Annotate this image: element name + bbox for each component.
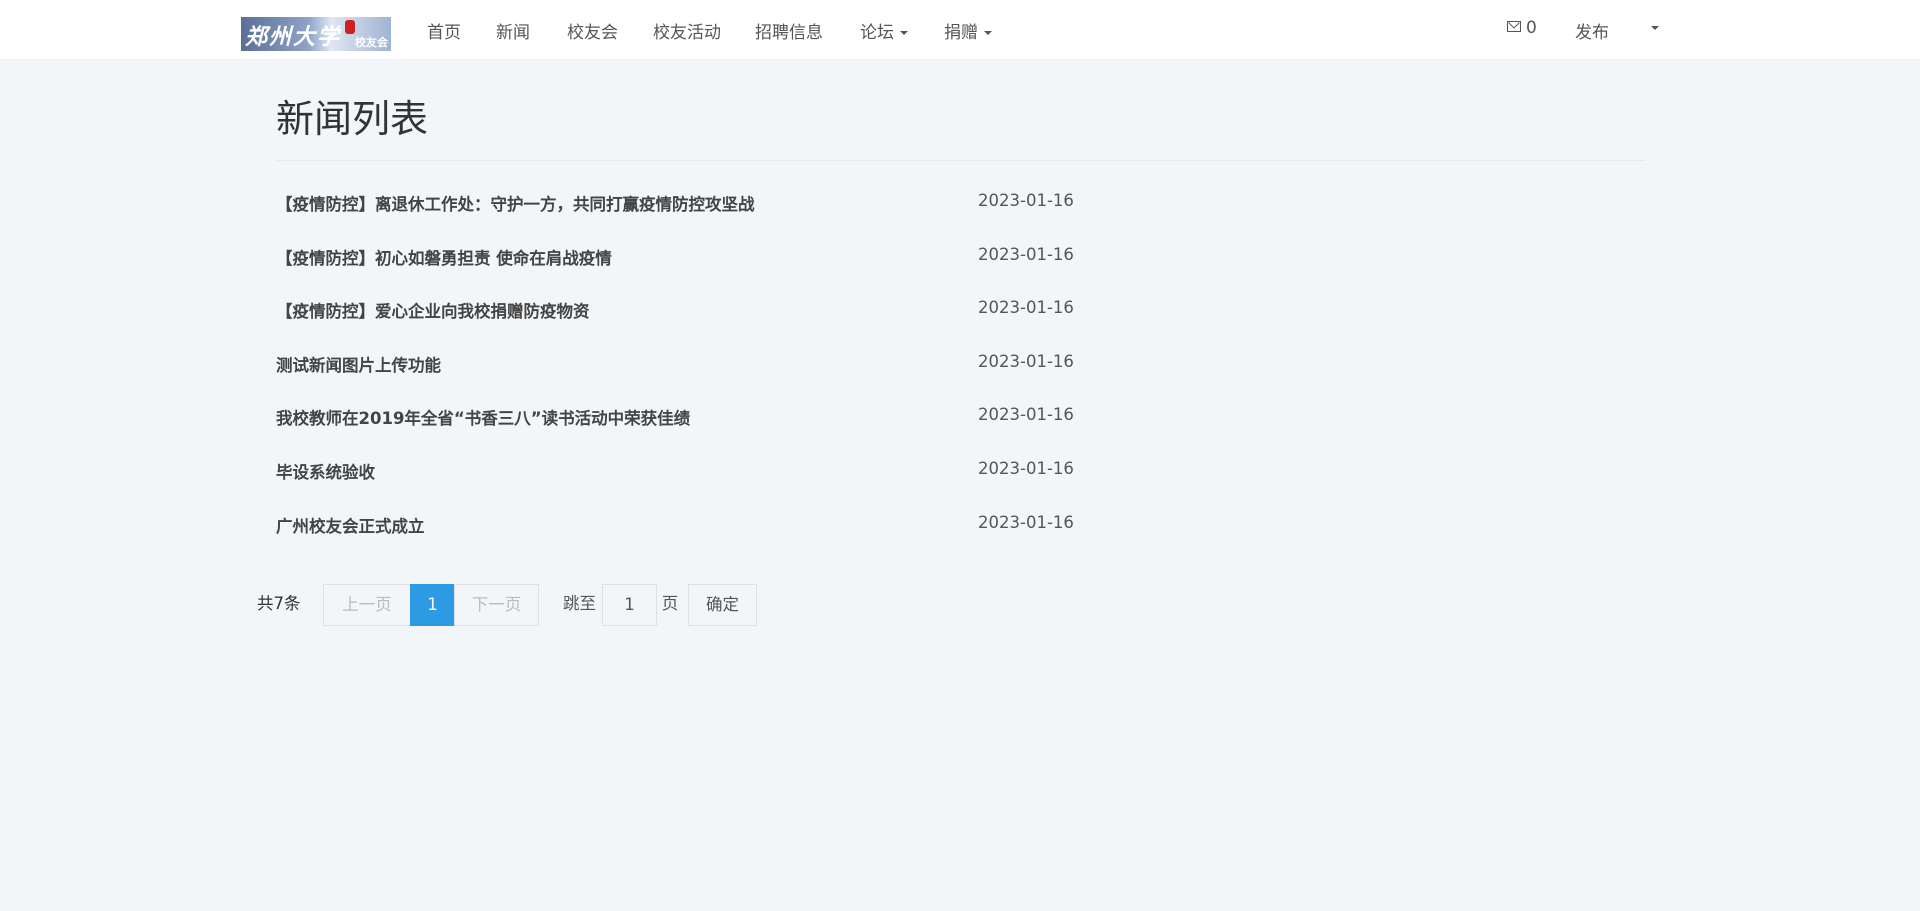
- nav-forum-dropdown[interactable]: 论坛: [860, 18, 908, 43]
- news-title-link[interactable]: 我校教师在2019年全省“书香三八”读书活动中荣获佳绩: [276, 405, 690, 429]
- page-unit-label: 页: [661, 594, 679, 613]
- news-item: 【疫情防控】初心如磐勇担责 使命在肩战疫情 2023-01-16: [276, 245, 1076, 275]
- news-title-link[interactable]: 【疫情防控】初心如磐勇担责 使命在肩战疫情: [276, 245, 612, 269]
- nav-donate-dropdown[interactable]: 捐赠: [944, 18, 992, 43]
- divider: [276, 160, 1645, 161]
- seal-icon: [345, 20, 355, 34]
- news-date: 2023-01-16: [978, 298, 1074, 318]
- nav-recruitment[interactable]: 招聘信息: [755, 18, 823, 43]
- news-item: 毕设系统验收 2023-01-16: [276, 459, 1076, 489]
- news-title-link[interactable]: 测试新闻图片上传功能: [276, 352, 441, 376]
- caret-down-icon: [900, 31, 908, 35]
- news-title-link[interactable]: 广州校友会正式成立: [276, 513, 425, 537]
- caret-down-icon: [1651, 26, 1659, 30]
- user-dropdown[interactable]: [1645, 18, 1659, 38]
- total-count: 共7条: [257, 594, 301, 613]
- page-1-button[interactable]: 1: [410, 584, 455, 626]
- news-item: 【疫情防控】爱心企业向我校捐赠防疫物资 2023-01-16: [276, 298, 1076, 328]
- news-date: 2023-01-16: [978, 459, 1074, 478]
- nav-alumni-association[interactable]: 校友会: [567, 18, 618, 43]
- news-item: 测试新闻图片上传功能 2023-01-16: [276, 352, 1076, 382]
- logo[interactable]: 郑州大学 校友会: [241, 17, 391, 51]
- news-date: 2023-01-16: [978, 512, 1074, 532]
- prev-page-button[interactable]: 上一页: [323, 584, 411, 626]
- news-date: 2023-01-16: [978, 244, 1074, 264]
- news-title-link[interactable]: 【疫情防控】离退休工作处：守护一方，共同打赢疫情防控攻坚战: [276, 191, 755, 215]
- jump-page-input[interactable]: 1: [602, 584, 657, 626]
- messages-link[interactable]: 0: [1507, 18, 1537, 38]
- mail-icon: [1507, 20, 1521, 32]
- publish-link[interactable]: 发布: [1575, 18, 1609, 43]
- confirm-jump-button[interactable]: 确定: [688, 584, 757, 626]
- news-title-link[interactable]: 毕设系统验收: [276, 459, 375, 483]
- next-page-button[interactable]: 下一页: [454, 584, 539, 626]
- news-item: 我校教师在2019年全省“书香三八”读书活动中荣获佳绩 2023-01-16: [276, 405, 1076, 435]
- jump-label: 跳至: [563, 594, 596, 613]
- caret-down-icon: [984, 31, 992, 35]
- top-navbar: 郑州大学 校友会 首页 新闻 校友会 校友活动 招聘信息 论坛 捐赠 0 发布: [0, 0, 1920, 59]
- news-item: 广州校友会正式成立 2023-01-16: [276, 513, 1076, 543]
- news-date: 2023-01-16: [978, 191, 1074, 210]
- nav-alumni-activities[interactable]: 校友活动: [653, 18, 721, 43]
- news-date: 2023-01-16: [978, 351, 1074, 371]
- nav-home[interactable]: 首页: [427, 18, 461, 43]
- news-title-link[interactable]: 【疫情防控】爱心企业向我校捐赠防疫物资: [276, 298, 590, 322]
- news-date: 2023-01-16: [978, 405, 1074, 425]
- page-title: 新闻列表: [276, 97, 429, 141]
- nav-news[interactable]: 新闻: [496, 18, 530, 43]
- news-item: 【疫情防控】离退休工作处：守护一方，共同打赢疫情防控攻坚战 2023-01-16: [276, 191, 1076, 221]
